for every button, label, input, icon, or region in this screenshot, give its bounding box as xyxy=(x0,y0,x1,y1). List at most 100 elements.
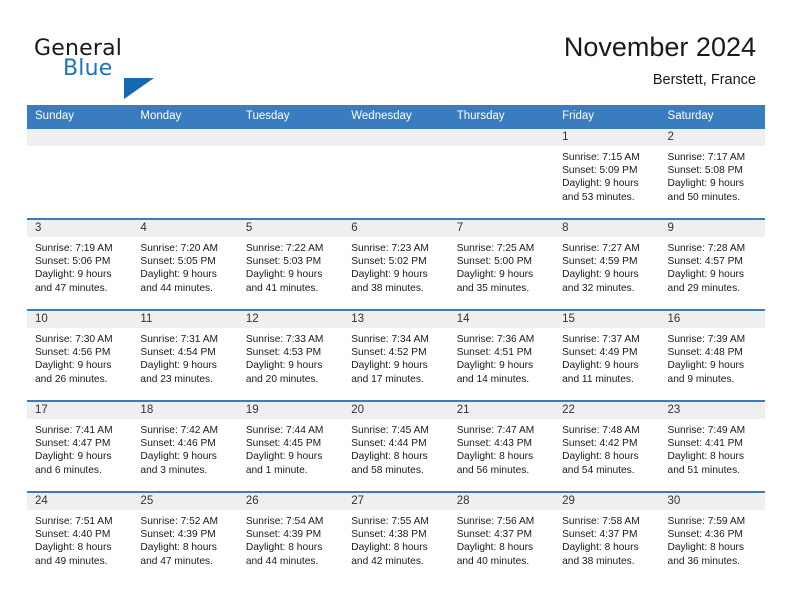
day-number xyxy=(132,129,238,146)
weekday-header-saturday: Saturday xyxy=(659,105,765,128)
logo-triangle-icon xyxy=(124,78,154,99)
calendar-day-cell[interactable]: 11 Sunrise: 7:31 AM Sunset: 4:54 PM Dayligh… xyxy=(132,309,238,401)
calendar-day-cell[interactable]: 28 Sunrise: 7:56 AM Sunset: 4:37 PM Dayligh… xyxy=(448,491,555,582)
calendar-day-cell[interactable]: 1 Sunrise: 7:15 AM Sunset: 5:09 PM Daylight… xyxy=(554,127,660,219)
sunset-time: Sunset: 4:39 PM xyxy=(140,529,216,541)
calendar-day-cell[interactable]: 18 Sunrise: 7:42 AM Sunset: 4:46 PM Dayligh… xyxy=(132,400,238,492)
daylight-duration-line1: Daylight: 9 hours xyxy=(456,360,534,372)
calendar-day-cell[interactable]: 27 Sunrise: 7:55 AM Sunset: 4:38 PM Dayligh… xyxy=(343,491,449,582)
day-details: Sunrise: 7:41 AM Sunset: 4:47 PM Daylight:… xyxy=(27,419,132,477)
calendar-day-cell[interactable]: 16 Sunrise: 7:39 AM Sunset: 4:48 PM Dayligh… xyxy=(659,309,765,401)
day-details: Sunrise: 7:37 AM Sunset: 4:49 PM Daylight:… xyxy=(554,328,659,386)
day-number: 2 xyxy=(659,129,765,146)
sunrise-time: Sunrise: 7:51 AM xyxy=(35,516,113,527)
sunrise-time: Sunrise: 7:42 AM xyxy=(140,425,219,436)
day-details: Sunrise: 7:28 AM Sunset: 4:57 PM Daylight:… xyxy=(660,237,765,295)
calendar-day-cell[interactable]: 9 Sunrise: 7:28 AM Sunset: 4:57 PM Daylight… xyxy=(659,218,765,310)
sunset-time: Sunset: 4:57 PM xyxy=(667,256,743,268)
daylight-duration-line1: Daylight: 9 hours xyxy=(245,451,323,463)
sunrise-time: Sunrise: 7:23 AM xyxy=(351,243,429,254)
day-number: 20 xyxy=(343,402,449,419)
sunset-time: Sunset: 4:41 PM xyxy=(667,438,743,450)
calendar-week-row: 1 Sunrise: 7:15 AM Sunset: 5:09 PM Daylight… xyxy=(27,127,765,219)
day-number: 29 xyxy=(554,493,660,510)
calendar-day-cell[interactable]: 30 Sunrise: 7:59 AM Sunset: 4:36 PM Dayligh… xyxy=(659,491,765,582)
calendar-day-cell[interactable]: 12 Sunrise: 7:33 AM Sunset: 4:53 PM Dayligh… xyxy=(237,309,344,401)
sunrise-time: Sunrise: 7:41 AM xyxy=(35,425,113,436)
daylight-duration-line2: and 17 minutes. xyxy=(351,373,424,385)
calendar-header-row: Sunday Monday Tuesday Wednesday Thursday Frid… xyxy=(27,105,765,128)
sunset-time: Sunset: 4:53 PM xyxy=(245,347,322,359)
day-number xyxy=(448,129,555,146)
sunset-time: Sunset: 4:44 PM xyxy=(351,438,427,450)
day-number: 11 xyxy=(132,311,238,328)
sunrise-time: Sunrise: 7:25 AM xyxy=(456,243,535,254)
calendar-day-cell[interactable]: 24 Sunrise: 7:51 AM Sunset: 4:40 PM Dayligh… xyxy=(27,491,133,582)
day-number: 12 xyxy=(237,311,344,328)
day-number: 22 xyxy=(554,402,660,419)
day-number: 10 xyxy=(27,311,133,328)
sunset-time: Sunset: 5:08 PM xyxy=(667,165,743,177)
daylight-duration-line1: Daylight: 9 hours xyxy=(35,451,112,463)
daylight-duration-line1: Daylight: 9 hours xyxy=(140,451,217,463)
daylight-duration-line2: and 29 minutes. xyxy=(667,282,741,294)
sunset-time: Sunset: 4:56 PM xyxy=(35,347,111,359)
day-number: 17 xyxy=(27,402,133,419)
day-details: Sunrise: 7:27 AM Sunset: 4:59 PM Daylight:… xyxy=(554,237,659,295)
sunrise-time: Sunrise: 7:20 AM xyxy=(140,243,219,254)
calendar-day-cell[interactable]: 14 Sunrise: 7:36 AM Sunset: 4:51 PM Dayligh… xyxy=(448,309,555,401)
calendar-page: General Blue November 2024 Berstett, Fra… xyxy=(0,0,792,612)
calendar-day-cell[interactable]: 3 Sunrise: 7:19 AM Sunset: 5:06 PM Daylight… xyxy=(27,218,133,310)
calendar-day-cell[interactable]: 19 Sunrise: 7:44 AM Sunset: 4:45 PM Dayligh… xyxy=(237,400,344,492)
sunrise-time: Sunrise: 7:28 AM xyxy=(667,243,746,254)
general-blue-logo[interactable]: General Blue xyxy=(34,36,164,99)
calendar-day-cell[interactable]: 8 Sunrise: 7:27 AM Sunset: 4:59 PM Daylight… xyxy=(554,218,660,310)
calendar-day-cell[interactable]: 2 Sunrise: 7:17 AM Sunset: 5:08 PM Daylight… xyxy=(659,127,765,219)
calendar-day-cell[interactable]: 23 Sunrise: 7:49 AM Sunset: 4:41 PM Dayligh… xyxy=(659,400,765,492)
calendar-day-cell[interactable]: 10 Sunrise: 7:30 AM Sunset: 4:56 PM Dayligh… xyxy=(27,309,133,401)
daylight-duration-line2: and 35 minutes. xyxy=(456,282,530,294)
day-number xyxy=(27,129,133,146)
sunrise-time: Sunrise: 7:31 AM xyxy=(140,334,219,345)
calendar-day-cell[interactable]: 7 Sunrise: 7:25 AM Sunset: 5:00 PM Daylight… xyxy=(448,218,555,310)
sunset-time: Sunset: 5:03 PM xyxy=(245,256,322,268)
daylight-duration-line1: Daylight: 9 hours xyxy=(351,360,428,372)
calendar-day-cell[interactable]: 21 Sunrise: 7:47 AM Sunset: 4:43 PM Dayligh… xyxy=(448,400,555,492)
calendar-day-cell[interactable]: 6 Sunrise: 7:23 AM Sunset: 5:02 PM Daylight… xyxy=(343,218,449,310)
sunset-time: Sunset: 4:51 PM xyxy=(456,347,533,359)
daylight-duration-line2: and 9 minutes. xyxy=(667,373,735,385)
day-details: Sunrise: 7:55 AM Sunset: 4:38 PM Daylight:… xyxy=(343,510,448,568)
day-details: Sunrise: 7:42 AM Sunset: 4:46 PM Daylight:… xyxy=(132,419,237,477)
sunset-time: Sunset: 4:54 PM xyxy=(140,347,216,359)
sunrise-time: Sunrise: 7:58 AM xyxy=(562,516,640,527)
day-details: Sunrise: 7:15 AM Sunset: 5:09 PM Daylight:… xyxy=(554,146,659,204)
logo-text-blue: Blue xyxy=(63,56,113,81)
calendar-day-cell[interactable]: 25 Sunrise: 7:52 AM Sunset: 4:39 PM Dayligh… xyxy=(132,491,238,582)
sunrise-time: Sunrise: 7:22 AM xyxy=(245,243,324,254)
calendar-day-cell[interactable]: 4 Sunrise: 7:20 AM Sunset: 5:05 PM Daylight… xyxy=(132,218,238,310)
sunset-time: Sunset: 4:43 PM xyxy=(456,438,533,450)
sunset-time: Sunset: 4:52 PM xyxy=(351,347,427,359)
daylight-duration-line2: and 11 minutes. xyxy=(562,373,634,385)
daylight-duration-line2: and 14 minutes. xyxy=(456,373,530,385)
daylight-duration-line1: Daylight: 9 hours xyxy=(667,178,744,190)
calendar-day-cell[interactable]: 29 Sunrise: 7:58 AM Sunset: 4:37 PM Dayligh… xyxy=(554,491,660,582)
day-details: Sunrise: 7:17 AM Sunset: 5:08 PM Daylight:… xyxy=(660,146,765,204)
day-number: 4 xyxy=(132,220,238,237)
sunset-time: Sunset: 4:49 PM xyxy=(562,347,638,359)
daylight-duration-line1: Daylight: 8 hours xyxy=(667,451,744,463)
calendar-day-cell[interactable]: 17 Sunrise: 7:41 AM Sunset: 4:47 PM Dayligh… xyxy=(27,400,133,492)
location-subtitle: Berstett, France xyxy=(652,72,756,88)
day-details: Sunrise: 7:47 AM Sunset: 4:43 PM Daylight:… xyxy=(449,419,554,477)
calendar-day-cell[interactable]: 13 Sunrise: 7:34 AM Sunset: 4:52 PM Dayligh… xyxy=(343,309,449,401)
day-number: 30 xyxy=(659,493,765,510)
calendar-day-cell[interactable]: 22 Sunrise: 7:48 AM Sunset: 4:42 PM Dayligh… xyxy=(554,400,660,492)
calendar-day-cell[interactable]: 15 Sunrise: 7:37 AM Sunset: 4:49 PM Dayligh… xyxy=(554,309,660,401)
sunset-time: Sunset: 5:09 PM xyxy=(562,165,638,177)
daylight-duration-line2: and 47 minutes. xyxy=(35,282,108,294)
calendar-day-cell[interactable]: 26 Sunrise: 7:54 AM Sunset: 4:39 PM Dayligh… xyxy=(237,491,344,582)
calendar-day-cell[interactable]: 20 Sunrise: 7:45 AM Sunset: 4:44 PM Dayligh… xyxy=(343,400,449,492)
sunrise-time: Sunrise: 7:56 AM xyxy=(456,516,535,527)
day-number: 5 xyxy=(237,220,344,237)
calendar-day-cell[interactable]: 5 Sunrise: 7:22 AM Sunset: 5:03 PM Daylight… xyxy=(237,218,344,310)
